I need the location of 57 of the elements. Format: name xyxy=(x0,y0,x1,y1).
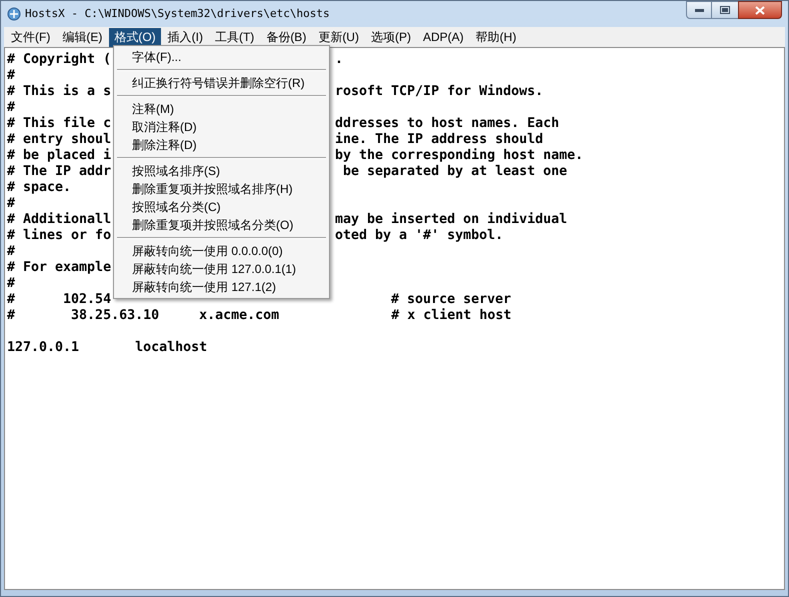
code-line: # 102.54 xyxy=(7,292,111,308)
menu-item[interactable]: 备份(B) xyxy=(261,28,312,46)
menu-item[interactable]: 文件(F) xyxy=(6,28,56,46)
menu-option[interactable]: 屏蔽转向统一使用 0.0.0.0(0) xyxy=(114,242,329,260)
app-icon xyxy=(7,7,21,21)
code-line: # xyxy=(7,100,16,116)
menu-option[interactable]: 删除重复项并按照域名分类(O) xyxy=(114,216,329,234)
code-line: # The IP addr xyxy=(7,164,111,180)
code-line: ddresses to host names. Each xyxy=(335,116,560,132)
code-line: 127.0.0.1 localhost xyxy=(7,340,208,356)
code-line: by the corresponding host name. xyxy=(335,148,584,164)
code-line: # This file c xyxy=(7,116,111,132)
menu-item[interactable]: 帮助(H) xyxy=(470,28,522,46)
menu-option[interactable]: 注释(M) xyxy=(114,100,329,118)
code-line: # 38.25.63.10 x.acme.com # x client host xyxy=(7,308,512,324)
menu-option[interactable]: 取消注释(D) xyxy=(114,118,329,136)
close-button[interactable] xyxy=(738,1,782,19)
code-line: may be inserted on individual xyxy=(335,212,568,228)
code-line: rosoft TCP/IP for Windows. xyxy=(335,84,544,100)
code-line: # space. xyxy=(7,180,72,196)
code-line: # be placed i xyxy=(7,148,111,164)
close-icon xyxy=(755,6,765,14)
minimize-button[interactable] xyxy=(686,1,712,19)
menu-option[interactable]: 删除重复项并按照域名排序(H) xyxy=(114,180,329,198)
menu-option[interactable]: 屏蔽转向统一使用 127.1(2) xyxy=(114,278,329,296)
menu-item[interactable]: 格式(O) xyxy=(109,28,161,46)
window-title: HostsX - C:\WINDOWS\System32\drivers\etc\hosts xyxy=(25,6,330,22)
code-line: ine. The IP address should xyxy=(335,132,544,148)
code-line: be separated by at least one xyxy=(342,164,568,180)
maximize-icon xyxy=(720,6,730,14)
code-line: . xyxy=(335,52,344,68)
code-line: # For example xyxy=(7,260,112,276)
code-line: # Copyright ( xyxy=(7,52,111,68)
code-line: # Additionall xyxy=(7,212,111,228)
code-line: # xyxy=(7,68,16,84)
menu-item[interactable]: 工具(T) xyxy=(210,28,260,46)
menu-option[interactable]: 删除注释(D) xyxy=(114,136,329,154)
menu-option[interactable]: 字体(F)... xyxy=(114,48,329,66)
menu-item[interactable]: ADP(A) xyxy=(418,28,469,46)
menu-option[interactable]: 屏蔽转向统一使用 127.0.0.1(1) xyxy=(114,260,329,278)
code-line: # xyxy=(7,244,16,260)
menu-item[interactable]: 编辑(E) xyxy=(57,28,108,46)
code-line: oted by a '#' symbol. xyxy=(335,228,504,244)
menu-item[interactable]: 选项(P) xyxy=(366,28,416,46)
minimize-icon xyxy=(694,8,704,12)
code-line: # source server xyxy=(390,292,512,308)
menu-item[interactable]: 插入(I) xyxy=(162,28,208,46)
menu-item[interactable]: 更新(U) xyxy=(313,28,364,46)
menu-option[interactable]: 纠正换行符号错误并删除空行(R) xyxy=(114,74,329,92)
code-line: # This is a s xyxy=(7,84,111,100)
code-line: # entry shoul xyxy=(7,132,111,148)
code-line: # xyxy=(7,196,16,212)
code-line: # xyxy=(7,276,16,292)
code-line: # lines or fo xyxy=(7,228,111,244)
maximize-button[interactable] xyxy=(712,1,738,19)
menu-option[interactable]: 按照域名分类(C) xyxy=(114,198,329,216)
menu-option[interactable]: 按照域名排序(S) xyxy=(114,162,329,180)
